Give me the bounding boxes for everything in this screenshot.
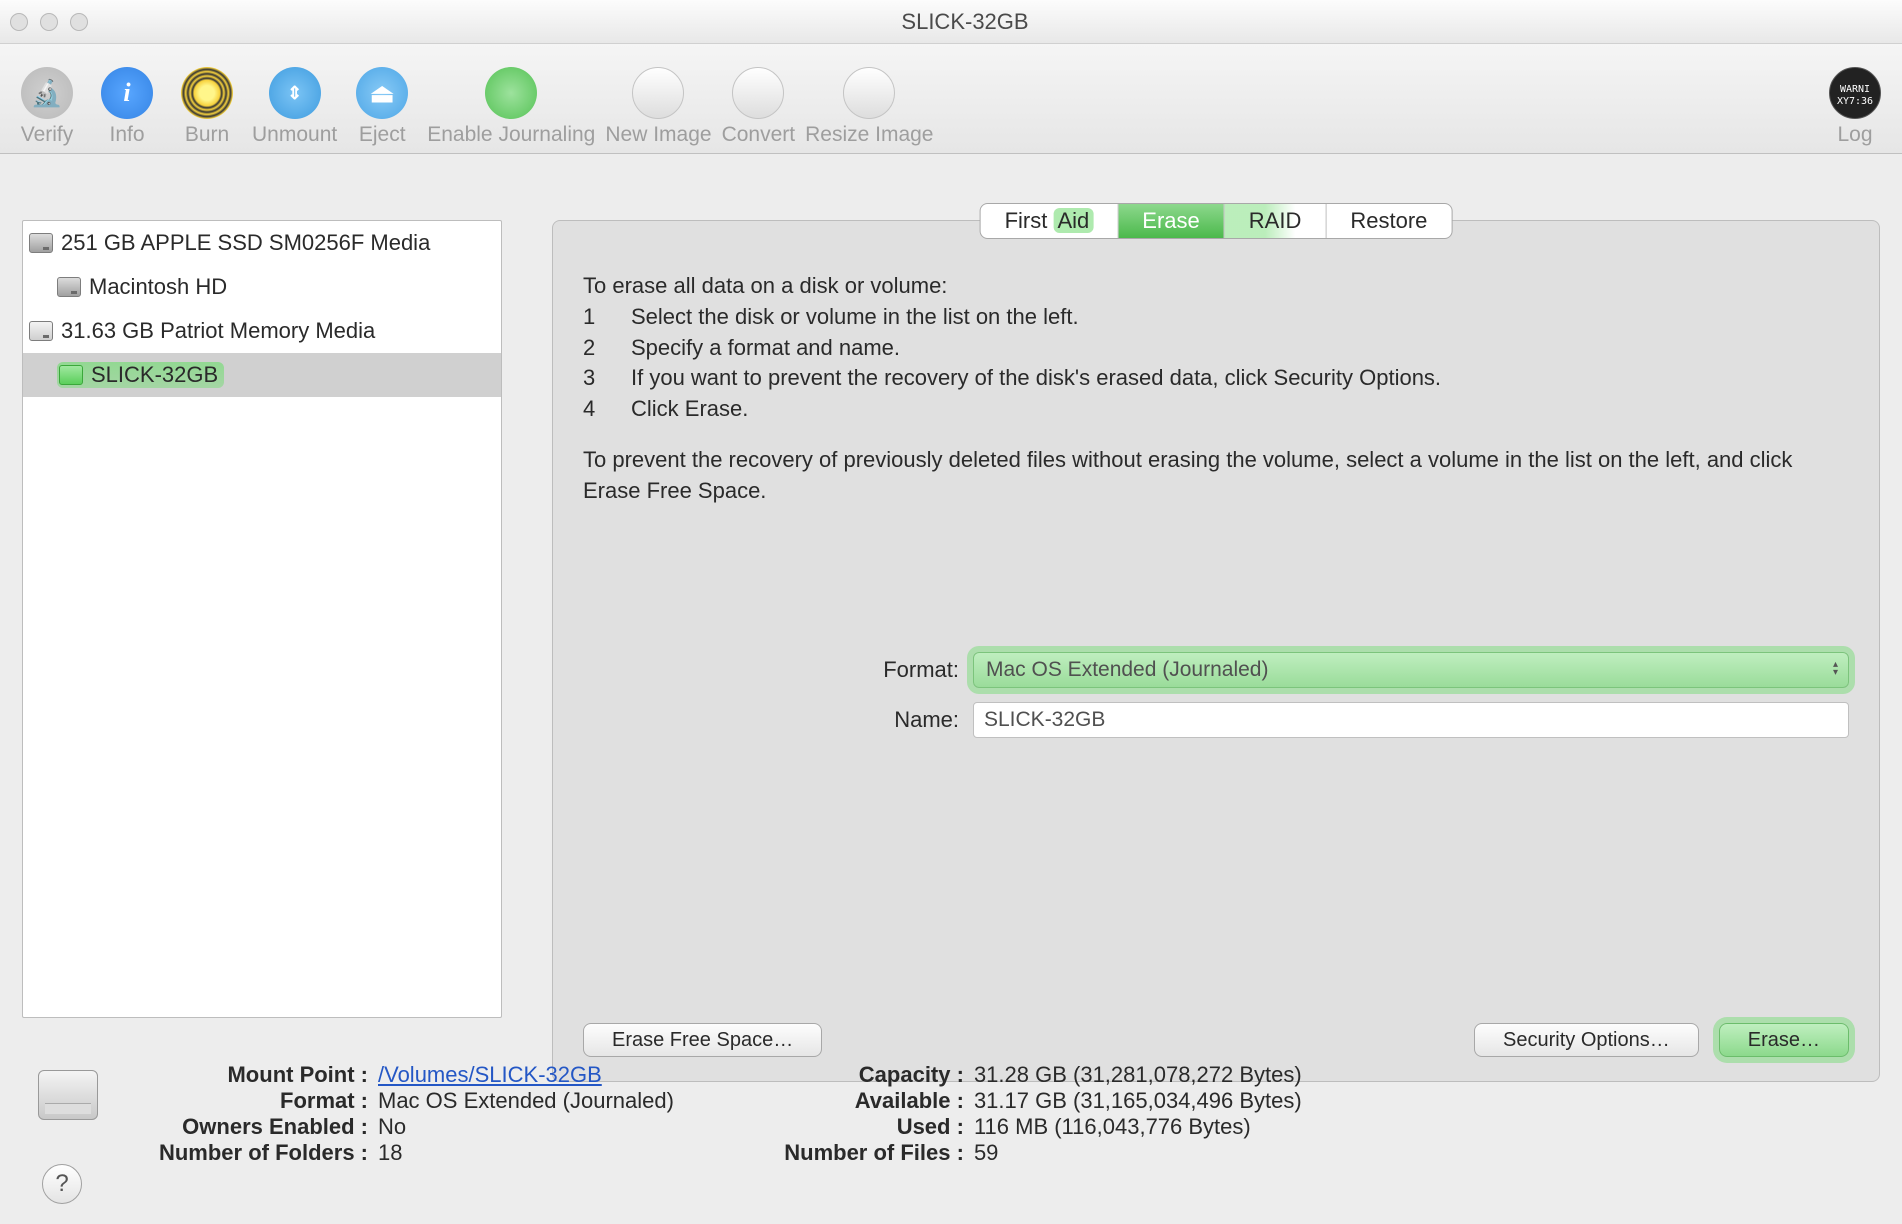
tab-label: Restore	[1350, 208, 1427, 234]
main-area: 251 GB APPLE SSD SM0256F Media Macintosh…	[0, 158, 1902, 1224]
info-button[interactable]: i Info	[92, 67, 162, 147]
disk-item-apple-ssd[interactable]: 251 GB APPLE SSD SM0256F Media	[23, 221, 501, 265]
disk-list: 251 GB APPLE SSD SM0256F Media Macintosh…	[22, 220, 502, 1018]
info-icon: i	[101, 67, 153, 119]
burn-icon	[181, 67, 233, 119]
unmount-button[interactable]: ⇕ Unmount	[252, 67, 337, 147]
zoom-window-button[interactable]	[70, 13, 88, 31]
disk-item-patriot[interactable]: 31.63 GB Patriot Memory Media	[23, 309, 501, 353]
new-image-label: New Image	[605, 123, 711, 147]
volume-item-slick-32gb[interactable]: SLICK-32GB	[23, 353, 501, 397]
burn-button[interactable]: Burn	[172, 67, 242, 147]
volume-item-label: SLICK-32GB	[91, 362, 218, 388]
name-label: Name:	[813, 707, 973, 733]
content-panel: First Aid Erase RAID Restore First Aid T…	[552, 220, 1880, 1082]
tab-label: Erase	[1142, 208, 1199, 234]
new-image-icon	[632, 67, 684, 119]
tab-raid[interactable]: RAID	[1225, 204, 1327, 238]
instructions: To erase all data on a disk or volume: 1…	[583, 271, 1849, 507]
volume-summary: Mount Point : /Volumes/SLICK-32GB Format…	[38, 1062, 1880, 1202]
tab-label: RAID	[1249, 208, 1302, 234]
disk-item-label: 251 GB APPLE SSD SM0256F Media	[61, 230, 430, 256]
name-input[interactable]	[973, 702, 1849, 738]
log-button[interactable]: WARNIXY7:36 Log	[1820, 67, 1890, 147]
summary-col-left: Mount Point : /Volumes/SLICK-32GB Format…	[138, 1062, 674, 1202]
journal-label: Enable Journaling	[427, 123, 595, 147]
new-image-button[interactable]: New Image	[605, 67, 711, 147]
format-label: Format:	[813, 657, 973, 683]
disk-utility-window: SLICK-32GB 🔬 Verify i Info Burn ⇕ Unmoun…	[0, 0, 1902, 1224]
tab-erase[interactable]: Erase	[1118, 204, 1224, 238]
minimize-window-button[interactable]	[40, 13, 58, 31]
resize-icon	[843, 67, 895, 119]
convert-button[interactable]: Convert	[722, 67, 796, 147]
intro-text: To erase all data on a disk or volume:	[583, 271, 1849, 302]
resize-image-button[interactable]: Resize Image	[805, 67, 933, 147]
format-value: Mac OS Extended (Journaled)	[986, 658, 1268, 682]
tab-bar: First Aid Erase RAID Restore	[980, 203, 1453, 239]
eject-button[interactable]: ⏏ Eject	[347, 67, 417, 147]
disk-item-label: 31.63 GB Patriot Memory Media	[61, 318, 375, 344]
summary-col-right: Capacity : 31.28 GB (31,281,078,272 Byte…	[734, 1062, 1302, 1202]
help-button[interactable]: ?	[42, 1164, 82, 1204]
volume-item-macintosh-hd[interactable]: Macintosh HD	[23, 265, 501, 309]
verify-button[interactable]: 🔬 Verify	[12, 67, 82, 147]
tab-restore[interactable]: Restore	[1326, 204, 1451, 238]
titlebar: SLICK-32GB	[0, 0, 1902, 44]
eject-icon: ⏏	[356, 67, 408, 119]
external-volume-icon	[59, 365, 83, 385]
mount-point-link[interactable]: /Volumes/SLICK-32GB	[378, 1062, 602, 1087]
unmount-label: Unmount	[252, 123, 337, 147]
internal-disk-icon	[29, 233, 53, 253]
unmount-icon: ⇕	[269, 67, 321, 119]
format-select[interactable]: Mac OS Extended (Journaled)	[973, 652, 1849, 688]
help-icon: ?	[55, 1170, 68, 1198]
tab-first-aid[interactable]: First Aid	[981, 204, 1119, 238]
security-options-button[interactable]: Security Options…	[1474, 1023, 1699, 1057]
resize-label: Resize Image	[805, 123, 933, 147]
window-title: SLICK-32GB	[88, 9, 1842, 35]
convert-icon	[732, 67, 784, 119]
panel-buttons: Erase Free Space… Security Options… Eras…	[583, 1023, 1849, 1057]
erase-form: Format: Mac OS Extended (Journaled) Name…	[813, 645, 1849, 745]
info-label: Info	[109, 123, 144, 147]
close-window-button[interactable]	[10, 13, 28, 31]
highlight: Aid	[1054, 208, 1094, 233]
erase-button[interactable]: Erase…	[1719, 1023, 1849, 1057]
instruction-paragraph: To prevent the recovery of previously de…	[583, 445, 1849, 507]
verify-label: Verify	[21, 123, 74, 147]
journal-icon	[485, 67, 537, 119]
eject-label: Eject	[359, 123, 406, 147]
enable-journaling-button[interactable]: Enable Journaling	[427, 67, 595, 147]
toolbar: 🔬 Verify i Info Burn ⇕ Unmount ⏏ Eject E…	[0, 44, 1902, 154]
microscope-icon: 🔬	[21, 67, 73, 119]
burn-label: Burn	[185, 123, 229, 147]
window-controls	[10, 13, 88, 31]
volume-summary-icon	[38, 1070, 98, 1120]
convert-label: Convert	[722, 123, 796, 147]
log-icon: WARNIXY7:36	[1829, 67, 1881, 119]
external-disk-icon	[29, 321, 53, 341]
internal-volume-icon	[57, 277, 81, 297]
volume-item-label: Macintosh HD	[89, 274, 227, 300]
erase-free-space-button[interactable]: Erase Free Space…	[583, 1023, 822, 1057]
log-label: Log	[1837, 123, 1872, 147]
